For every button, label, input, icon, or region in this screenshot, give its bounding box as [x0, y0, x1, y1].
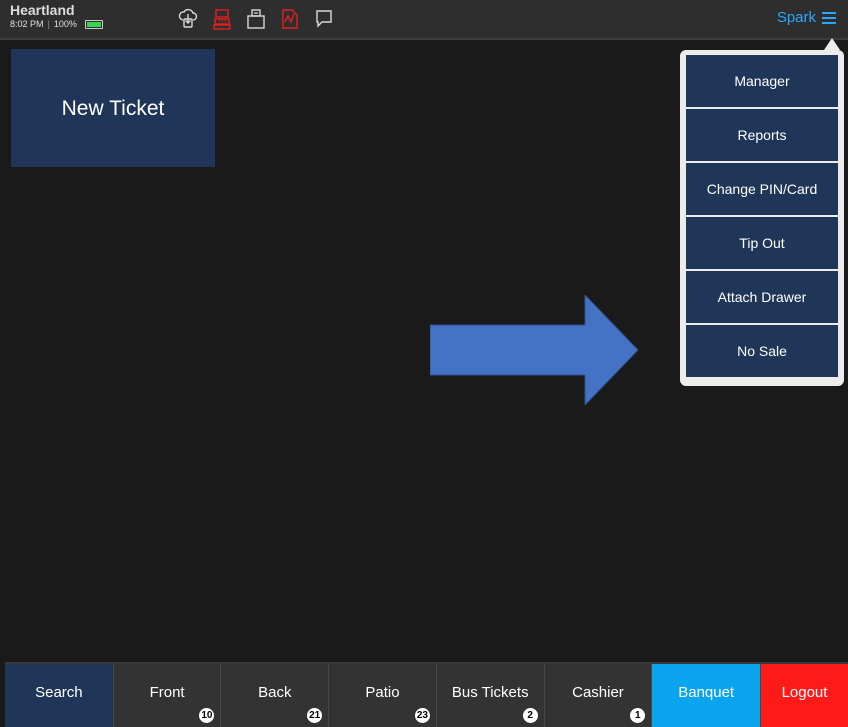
- user-menu-toggle[interactable]: Spark: [777, 9, 836, 26]
- chat-icon[interactable]: [314, 8, 334, 30]
- menu-item-label: Change PIN/Card: [706, 181, 818, 197]
- tab-bus-tickets[interactable]: Bus Tickets 2: [436, 664, 545, 727]
- battery-percent: 100%: [53, 19, 77, 29]
- new-ticket-button[interactable]: New Ticket: [11, 49, 215, 167]
- toolbar-icons: [178, 8, 334, 30]
- tab-front[interactable]: Front 10: [113, 664, 222, 727]
- menu-item-label: Attach Drawer: [717, 289, 807, 305]
- arrow-pointer-icon: [430, 295, 638, 405]
- cloud-sync-icon[interactable]: [178, 8, 198, 30]
- tab-search[interactable]: Search: [5, 664, 114, 727]
- brand-name: Heartland: [10, 2, 75, 18]
- tab-back[interactable]: Back 21: [221, 664, 330, 727]
- menu-item-attach-drawer[interactable]: Attach Drawer: [686, 271, 838, 323]
- new-ticket-label: New Ticket: [61, 97, 165, 120]
- printer-icon[interactable]: [246, 8, 266, 30]
- register-icon[interactable]: [212, 8, 232, 30]
- menu-item-reports[interactable]: Reports: [686, 109, 838, 161]
- tab-label: Logout: [781, 684, 828, 701]
- menu-item-change-pin-card[interactable]: Change PIN/Card: [686, 163, 838, 215]
- menu-item-tip-out[interactable]: Tip Out: [686, 217, 838, 269]
- tab-banquet[interactable]: Banquet: [652, 664, 762, 727]
- tab-label: Patio: [365, 684, 400, 701]
- tab-label: Banquet: [678, 684, 735, 701]
- user-name: Spark: [776, 9, 816, 26]
- menu-pointer: [824, 38, 840, 50]
- menu-item-no-sale[interactable]: No Sale: [686, 325, 838, 377]
- status-line: 8:02 PM | 100%: [10, 19, 103, 29]
- ticket-count-badge: 2: [522, 708, 538, 723]
- menu-item-manager[interactable]: Manager: [686, 55, 838, 107]
- menu-item-label: Reports: [737, 127, 787, 143]
- tab-label: Cashier: [572, 684, 624, 701]
- tab-label: Back: [258, 684, 292, 701]
- menu-item-label: Manager: [734, 73, 790, 89]
- clock: 8:02 PM: [10, 19, 44, 29]
- tab-cashier[interactable]: Cashier 1: [544, 664, 653, 727]
- ticket-count-badge: 10: [199, 708, 215, 723]
- document-alert-icon[interactable]: [280, 8, 300, 30]
- logout-button[interactable]: Logout: [761, 664, 848, 727]
- ticket-count-badge: 21: [307, 708, 323, 723]
- tab-label: Front: [149, 684, 185, 701]
- bottom-tab-bar: Search Front 10 Back 21 Patio 23 Bus Tic…: [5, 662, 848, 727]
- menu-item-label: No Sale: [737, 343, 787, 359]
- menu-item-label: Tip Out: [739, 235, 785, 251]
- status-separator: |: [47, 19, 50, 29]
- hamburger-icon[interactable]: [822, 11, 836, 24]
- top-bar: Heartland 8:02 PM | 100% Spark: [0, 0, 848, 40]
- tab-label: Bus Tickets: [451, 684, 529, 701]
- ticket-count-badge: 1: [630, 708, 646, 723]
- user-dropdown-menu: Manager Reports Change PIN/Card Tip Out …: [680, 50, 844, 386]
- ticket-count-badge: 23: [414, 708, 430, 723]
- tab-label: Search: [35, 684, 83, 701]
- tab-patio[interactable]: Patio 23: [329, 664, 437, 727]
- battery-icon: [84, 19, 103, 29]
